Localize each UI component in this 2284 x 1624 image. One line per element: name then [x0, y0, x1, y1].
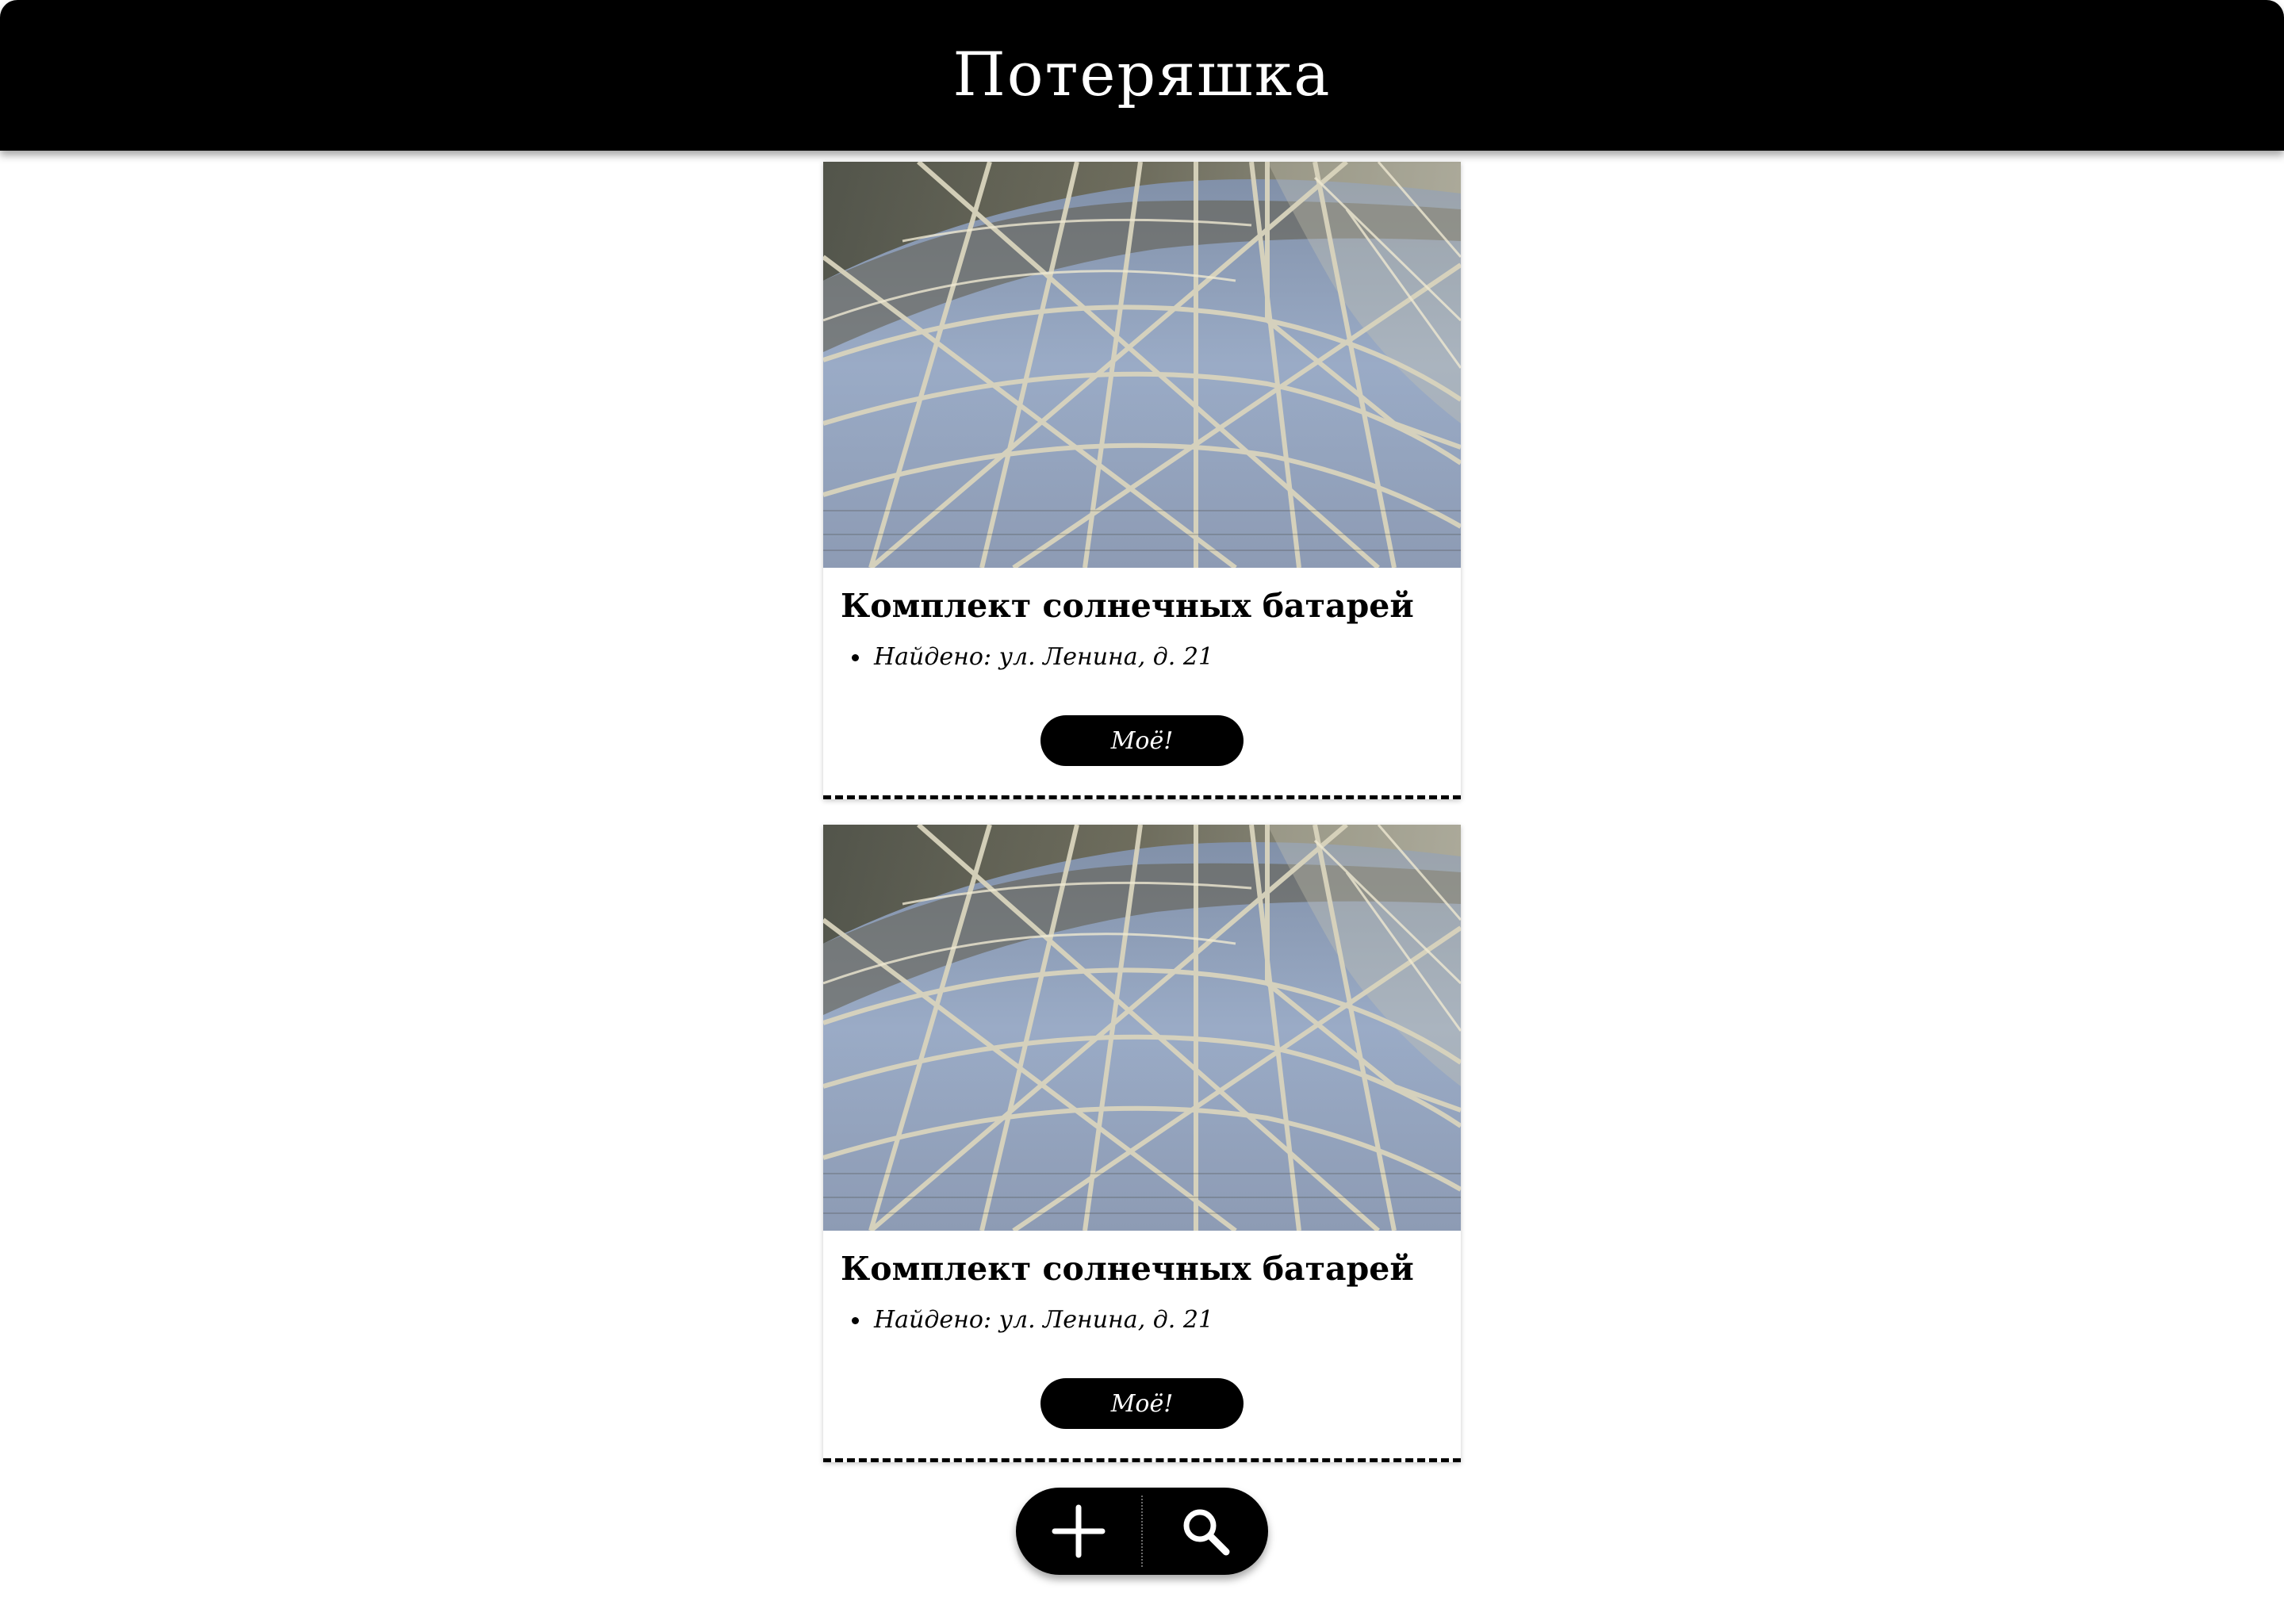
plus-icon [1052, 1504, 1106, 1558]
card-tear-line [823, 795, 1461, 799]
item-title: Комплект солнечных батарей [841, 587, 1414, 625]
bullet-icon [852, 654, 859, 662]
item-photo [823, 825, 1461, 1231]
item-details: Найдено: ул. Ленина, д. 21 [823, 1306, 1461, 1334]
found-location-text: Найдено: ул. Ленина, д. 21 [874, 1306, 1214, 1335]
add-item-button[interactable] [1016, 1488, 1141, 1575]
claim-button[interactable]: Моё! [1040, 715, 1244, 766]
item-card: Комплект солнечных батарей Найдено: ул. … [823, 162, 1461, 799]
floating-actions [1016, 1488, 1268, 1575]
search-icon [1183, 1509, 1230, 1556]
bullet-icon [852, 1317, 859, 1325]
claim-button[interactable]: Моё! [1040, 1378, 1244, 1429]
card-tear-line [823, 1458, 1461, 1462]
item-photo [823, 162, 1461, 568]
items-feed: Комплект солнечных батарей Найдено: ул. … [823, 162, 1461, 1488]
found-location: Найдено: ул. Ленина, д. 21 [852, 643, 1461, 672]
search-button[interactable] [1143, 1488, 1268, 1575]
found-location-text: Найдено: ул. Ленина, д. 21 [874, 643, 1214, 672]
item-title: Комплект солнечных батарей [841, 1250, 1414, 1288]
found-location: Найдено: ул. Ленина, д. 21 [852, 1306, 1461, 1335]
item-details: Найдено: ул. Ленина, д. 21 [823, 643, 1461, 671]
app-header: Потеряшка [0, 0, 2284, 151]
app-title: Потеряшка [952, 38, 1332, 109]
item-card: Комплект солнечных батарей Найдено: ул. … [823, 825, 1461, 1462]
